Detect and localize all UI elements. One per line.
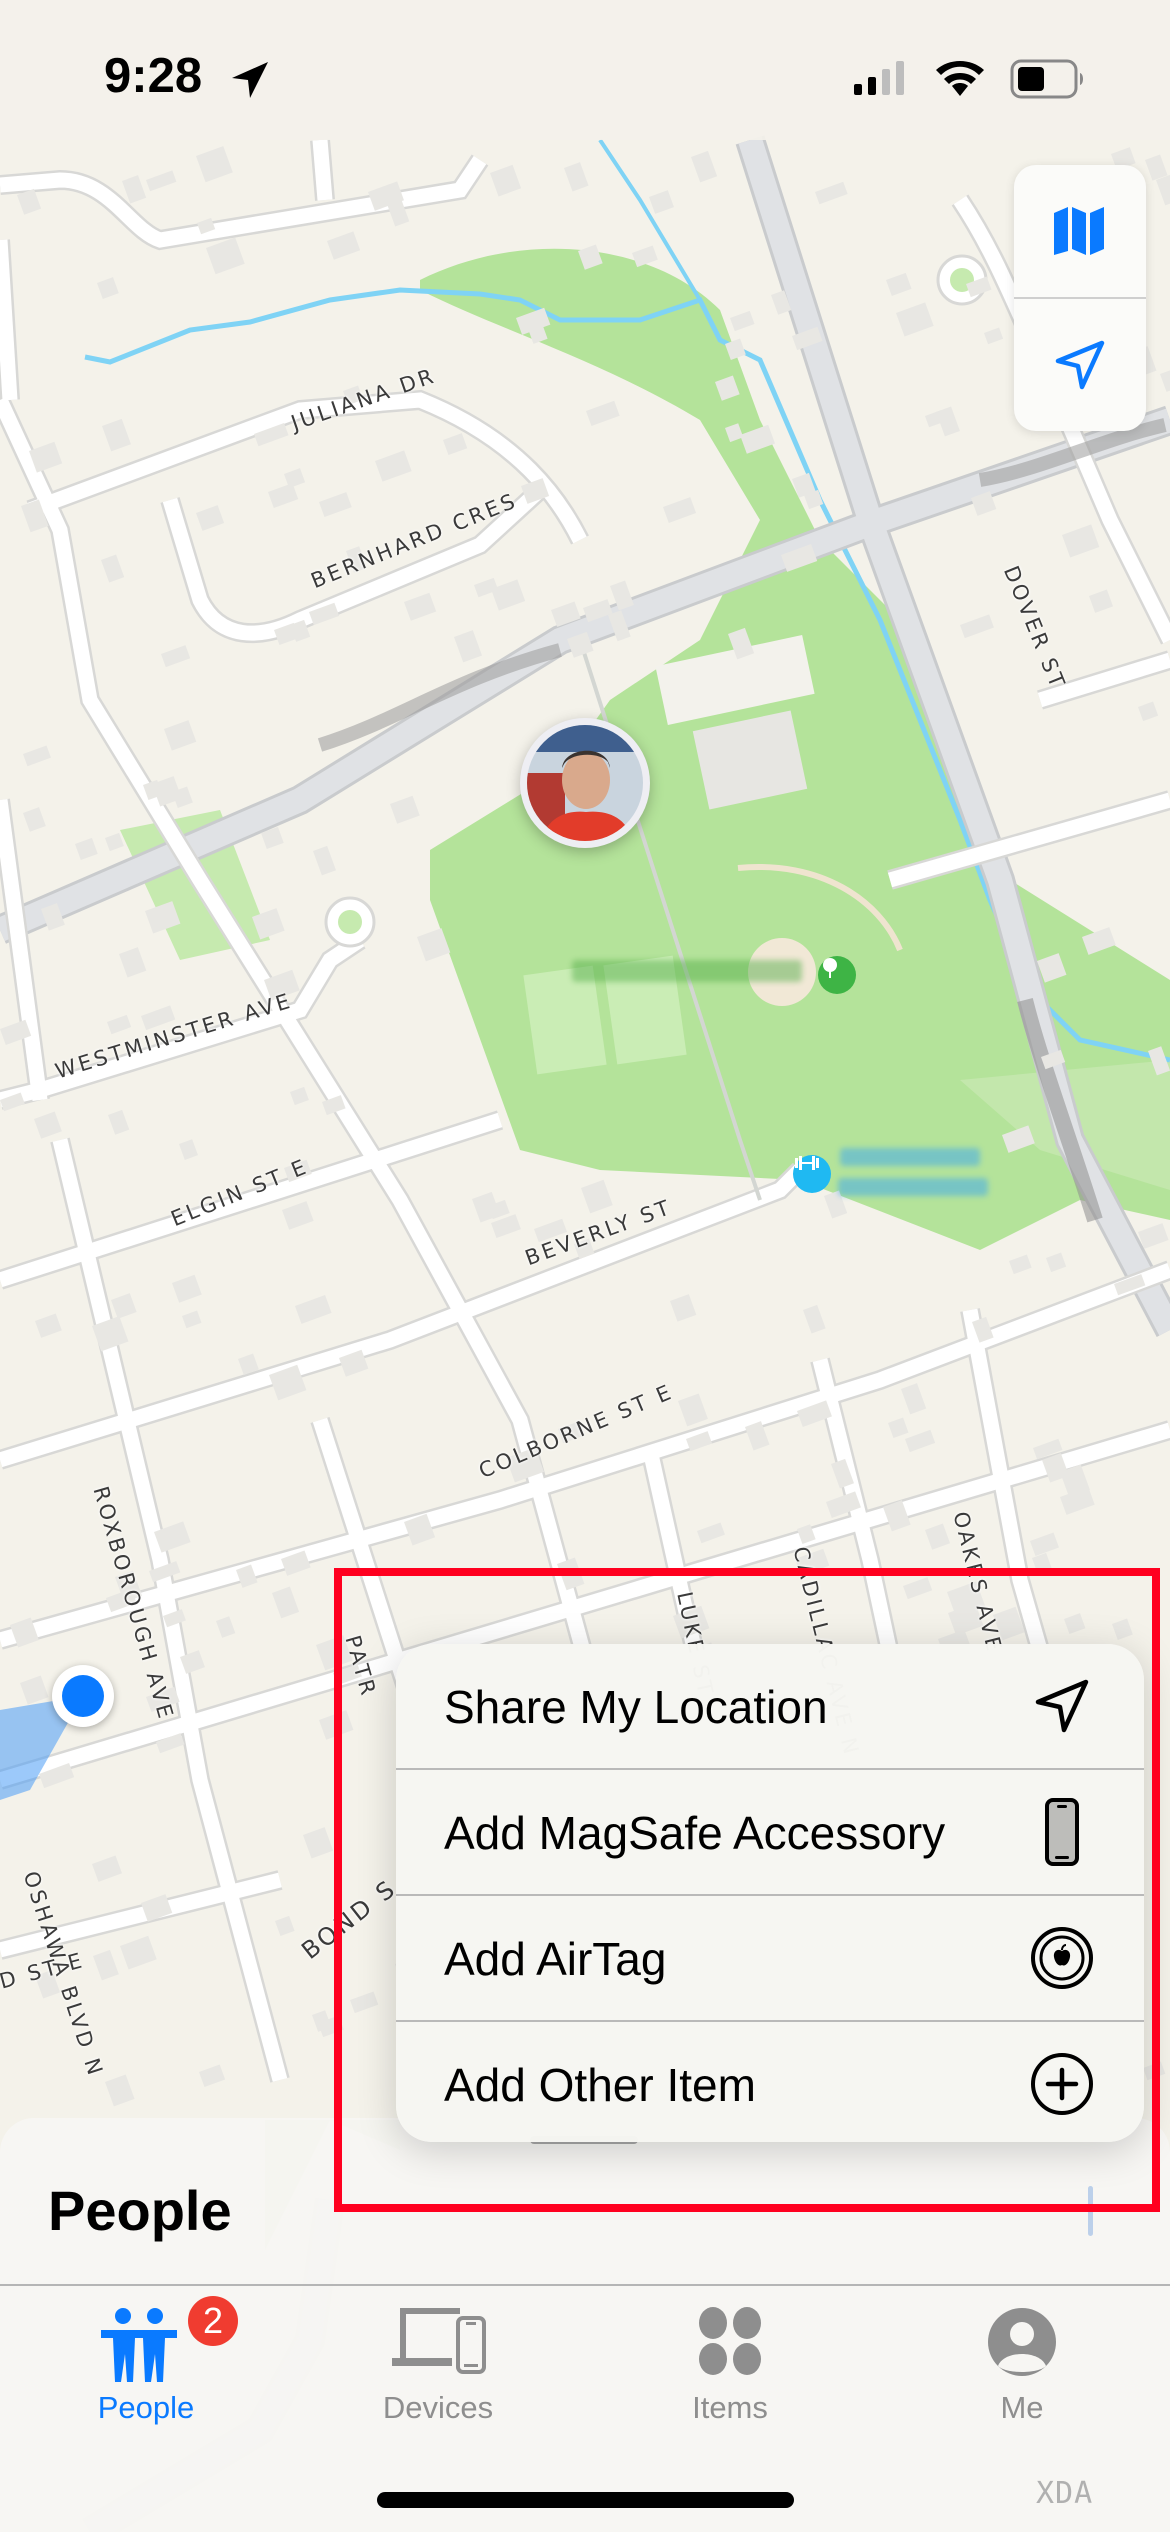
items-icon [699, 2307, 761, 2375]
sheet-title: People [48, 2179, 232, 2242]
tab-devices[interactable]: Devices [338, 2290, 538, 2440]
tree-icon [823, 958, 837, 978]
person-avatar[interactable] [520, 718, 650, 848]
watermark-logo: XDA [1036, 2476, 1094, 2511]
people-icon [101, 2308, 177, 2382]
tab-label: Devices [382, 2390, 494, 2425]
tab-label: Items [692, 2390, 768, 2425]
track-location-button[interactable] [1014, 299, 1146, 431]
devices-icon [392, 2308, 486, 2374]
park-pin[interactable] [818, 956, 856, 994]
map-mode-button[interactable] [1014, 165, 1146, 297]
user-location-marker[interactable] [52, 1665, 114, 1727]
tab-label: People [97, 2390, 195, 2425]
gym-pin[interactable] [793, 1155, 831, 1193]
status-time: 9:28 [104, 49, 203, 103]
dumbbell-icon [795, 1156, 819, 1170]
highlight-annotation-box [334, 1568, 1160, 2212]
person-circle-icon [988, 2308, 1056, 2376]
gym-name-label [838, 1178, 988, 1196]
location-arrow-icon [232, 62, 268, 98]
notification-badge: 2 [188, 2296, 238, 2346]
person-photo [527, 725, 643, 841]
gym-name-label [840, 1148, 980, 1166]
battery-icon [1010, 59, 1083, 99]
wifi-icon [936, 61, 984, 96]
home-indicator[interactable] [377, 2492, 794, 2508]
blue-location-dot [62, 1675, 104, 1717]
tab-label: Me [1000, 2390, 1044, 2425]
tab-items[interactable]: Items [630, 2290, 830, 2440]
location-arrow-outline-icon [1055, 340, 1105, 390]
status-bar: 9:28 [0, 0, 1170, 140]
map-controls [1014, 165, 1146, 431]
map-icon [1054, 207, 1104, 255]
tab-bar-divider [0, 2284, 1170, 2286]
cellular-signal-icon [854, 61, 904, 95]
park-name-label [572, 960, 802, 982]
tab-me[interactable]: Me [922, 2290, 1122, 2440]
